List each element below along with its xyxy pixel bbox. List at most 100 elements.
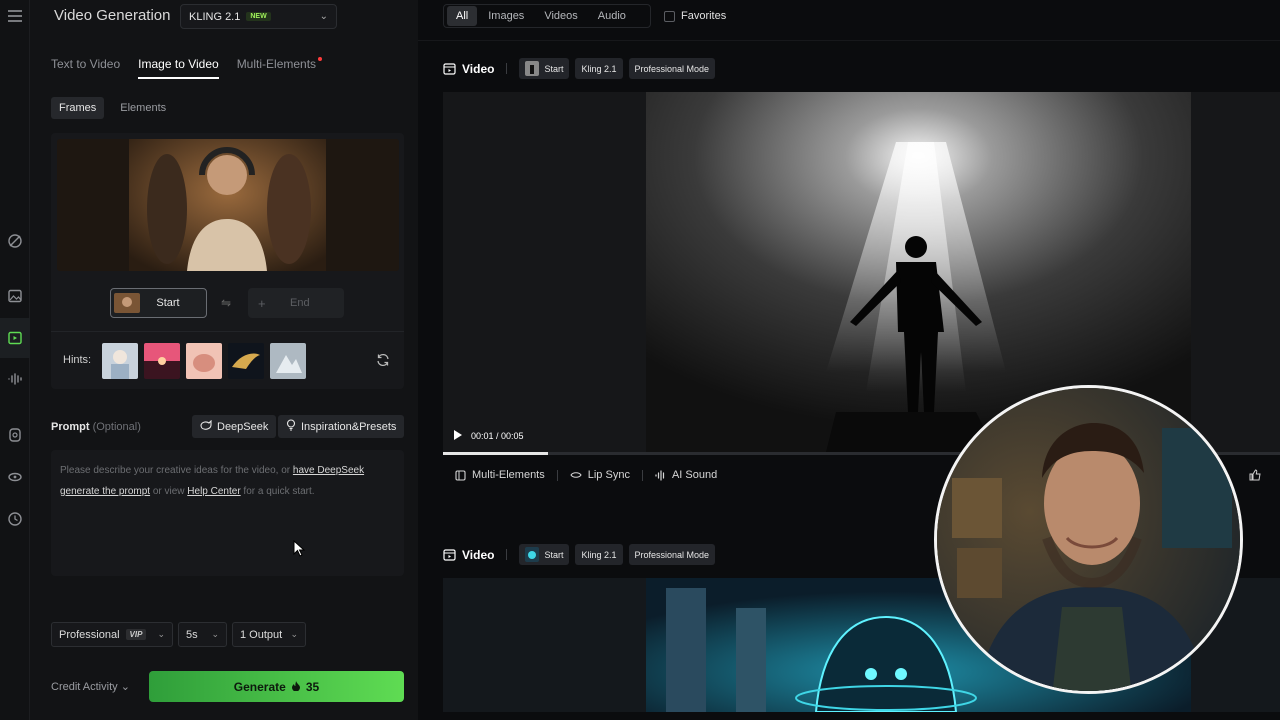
- audio-icon[interactable]: [6, 370, 24, 388]
- tab-multi-elements[interactable]: Multi-Elements: [236, 57, 323, 77]
- prompt-placeholder-end: for a quick start.: [240, 486, 315, 497]
- start-frame-mini-thumbnail: [525, 547, 540, 562]
- credit-activity-label: Credit Activity: [51, 681, 118, 693]
- filter-images[interactable]: Images: [479, 6, 533, 26]
- filter-all[interactable]: All: [447, 6, 478, 26]
- lip-sync-action[interactable]: Lip Sync: [570, 469, 630, 481]
- filter-videos[interactable]: Videos: [535, 6, 586, 26]
- prompt-title: Prompt: [51, 421, 90, 433]
- model-tag: Kling 2.1: [575, 544, 623, 565]
- subtab-elements[interactable]: Elements: [112, 97, 174, 119]
- video-icon: [443, 548, 456, 561]
- video-title-text: Video: [462, 61, 495, 76]
- page-title: Video Generation: [54, 7, 171, 24]
- hints-label: Hints:: [63, 354, 92, 366]
- ai-sound-action[interactable]: AI Sound: [655, 469, 717, 481]
- chevron-down-icon: ⌄: [319, 11, 328, 22]
- menu-icon[interactable]: [6, 7, 24, 25]
- start-frame-preview[interactable]: [57, 139, 399, 271]
- asset-filter-bar: All Images Videos Audio: [443, 4, 651, 28]
- start-frame-thumbnail: [114, 293, 140, 313]
- history-icon[interactable]: [6, 510, 24, 528]
- help-center-link[interactable]: Help Center: [187, 486, 240, 497]
- chevron-down-icon: ⌄: [120, 681, 130, 693]
- avatar-icon[interactable]: [6, 426, 24, 444]
- hint-thumbnail[interactable]: [186, 343, 222, 379]
- mode-tag: Professional Mode: [628, 544, 716, 565]
- lip-sync-label: Lip Sync: [587, 469, 630, 481]
- subtab-frames[interactable]: Frames: [51, 97, 105, 119]
- tab-image-to-video[interactable]: Image to Video: [138, 57, 219, 79]
- quality-mode-select[interactable]: Professional VIP ⌄: [51, 622, 173, 647]
- icon-rail: [0, 0, 36, 720]
- model-name: KLING 2.1: [189, 10, 241, 23]
- generate-button[interactable]: Generate 35: [149, 671, 404, 702]
- playback-controls: 00:01 / 00:05: [453, 429, 524, 443]
- credit-activity-link[interactable]: Credit Activity ⌄: [51, 680, 130, 693]
- tab-text-to-video[interactable]: Text to Video: [51, 57, 120, 77]
- start-frame-mini-thumbnail: [525, 61, 540, 76]
- waveform-icon: [655, 469, 665, 481]
- generate-label: Generate: [233, 679, 286, 694]
- multi-elements-icon: [455, 469, 466, 481]
- inspiration-presets-label: Inspiration&Presets: [301, 420, 397, 433]
- motion-control-section-faded: [51, 604, 404, 614]
- hint-thumbnail[interactable]: [270, 343, 306, 379]
- video-progress-fill: [443, 452, 548, 455]
- tag-label: Start: [544, 549, 564, 560]
- divider: [51, 331, 404, 332]
- thumbs-up-icon[interactable]: [1249, 469, 1261, 484]
- divider: [418, 40, 1280, 41]
- video-gen-icon[interactable]: [6, 329, 24, 347]
- model-select[interactable]: KLING 2.1 NEW ⌄: [180, 4, 337, 29]
- favorites-label: Favorites: [681, 10, 727, 22]
- video-title: Video: [443, 62, 494, 76]
- video-title-text: Video: [462, 547, 495, 562]
- divider: [506, 549, 508, 560]
- deepseek-button[interactable]: DeepSeek: [192, 415, 277, 438]
- duration-select[interactable]: 5s ⌄: [178, 622, 227, 647]
- video-player[interactable]: 00:01 / 00:05: [443, 92, 1280, 452]
- chevron-down-icon: ⌄: [211, 629, 219, 639]
- generation-options: Professional VIP ⌄ 5s ⌄ 1 Output ⌄: [51, 622, 306, 647]
- explore-icon[interactable]: [6, 232, 24, 250]
- deepseek-label: DeepSeek: [217, 420, 269, 433]
- video-timestamp: 00:01 / 00:05: [471, 431, 524, 441]
- model-tag: Kling 2.1: [575, 58, 623, 79]
- deepseek-icon: [200, 419, 212, 433]
- swap-icon[interactable]: ⇋: [221, 296, 231, 310]
- end-frame-label: End: [290, 297, 310, 309]
- plus-icon: +: [258, 295, 266, 311]
- image-gen-icon[interactable]: [6, 287, 24, 305]
- mode-tabs: Text to Video Image to Video Multi-Eleme…: [51, 57, 334, 79]
- inspiration-presets-button[interactable]: Inspiration&Presets: [278, 415, 405, 438]
- start-frame-label: Start: [156, 297, 180, 309]
- hint-thumbnail[interactable]: [144, 343, 180, 379]
- notification-dot: [318, 57, 323, 61]
- effects-icon[interactable]: [6, 468, 24, 486]
- frames-box: Start ⇋ + End Hints:: [51, 133, 404, 389]
- start-frame-tag[interactable]: Start: [519, 58, 570, 79]
- hint-thumbnail[interactable]: [228, 343, 264, 379]
- refresh-icon[interactable]: [376, 353, 390, 370]
- mode-tag: Professional Mode: [628, 58, 716, 79]
- prompt-placeholder-start: Please describe your creative ideas for …: [60, 465, 293, 476]
- multi-elements-action[interactable]: Multi-Elements: [455, 469, 545, 481]
- divider: [506, 63, 508, 74]
- video-card-header: Video Start Kling 2.1 Professional Mode: [443, 58, 716, 79]
- start-frame-tag[interactable]: Start: [519, 544, 570, 565]
- tab-multi-elements-label: Multi-Elements: [236, 57, 317, 71]
- filter-audio[interactable]: Audio: [589, 6, 635, 26]
- lightbulb-icon: [286, 419, 296, 434]
- end-frame-button[interactable]: + End: [248, 288, 344, 318]
- prompt-input[interactable]: Please describe your creative ideas for …: [51, 450, 404, 576]
- hint-thumbnail[interactable]: [102, 343, 138, 379]
- chevron-down-icon: ⌄: [290, 629, 298, 639]
- video-icon: [443, 62, 456, 75]
- start-frame-button[interactable]: Start: [110, 288, 207, 318]
- favorites-checkbox[interactable]: Favorites: [664, 10, 726, 22]
- mouse-cursor-icon: [293, 539, 306, 562]
- output-count-select[interactable]: 1 Output ⌄: [232, 622, 306, 647]
- prompt-label: Prompt (Optional): [51, 421, 141, 433]
- play-icon[interactable]: [453, 429, 463, 443]
